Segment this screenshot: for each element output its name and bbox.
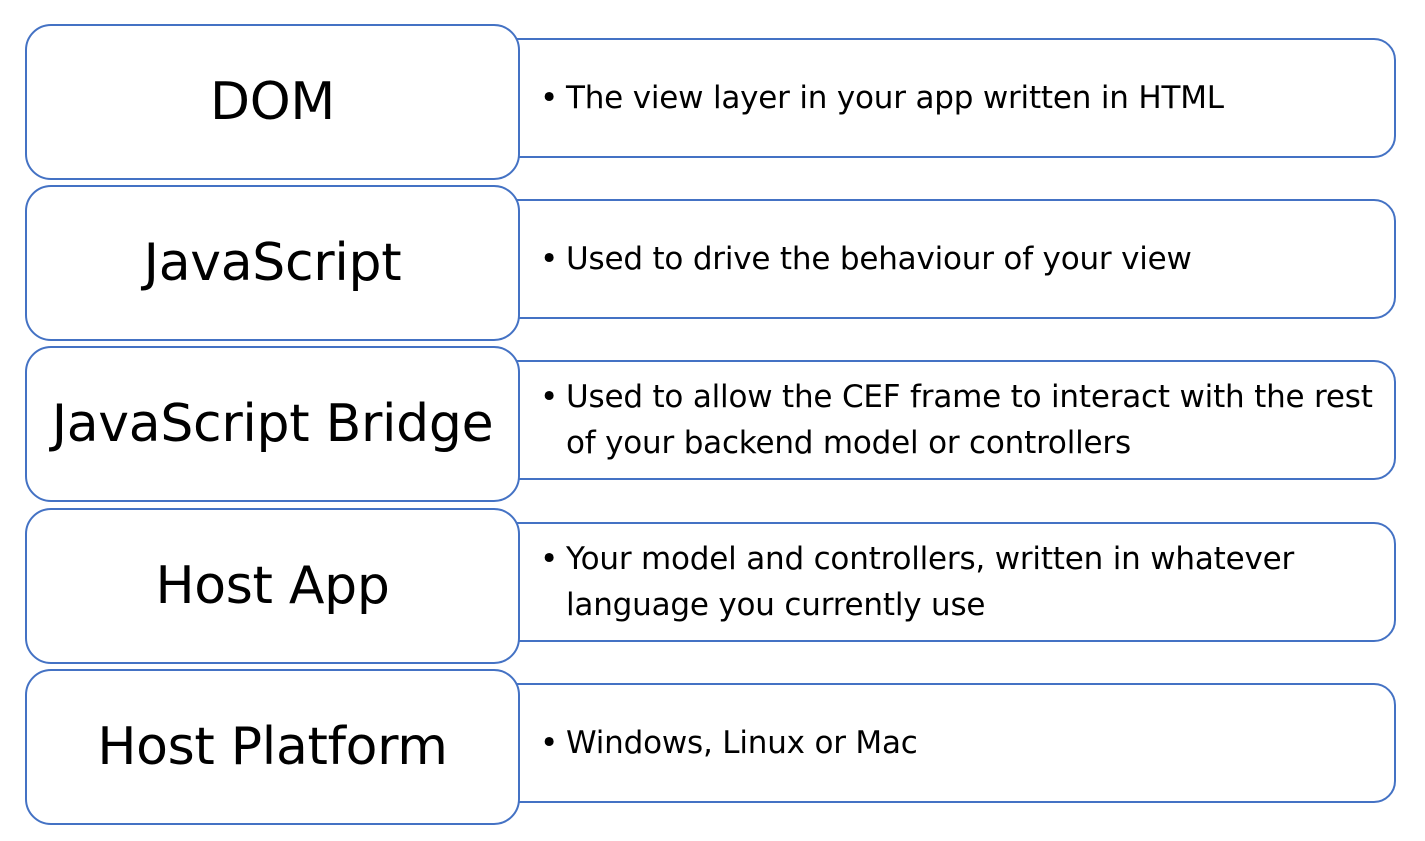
dom-description-box: • The view layer in your app written in … — [490, 38, 1396, 158]
dom-title: DOM — [210, 72, 335, 132]
layer-javascript: • Used to drive the behaviour of your vi… — [0, 185, 1425, 341]
javascript-description-text: Used to drive the behaviour of your view — [566, 241, 1192, 277]
javascript-title: JavaScript — [143, 233, 402, 293]
dom-description-text: The view layer in your app written in HT… — [566, 80, 1224, 116]
layer-dom: • The view layer in your app written in … — [0, 24, 1425, 180]
javascript-description: • Used to drive the behaviour of your vi… — [540, 236, 1192, 282]
javascript-bridge-description-text: Used to allow the CEF frame to interact … — [566, 379, 1373, 461]
bullet-icon: • — [540, 80, 559, 116]
javascript-bridge-description: • Used to allow the CEF frame to interac… — [540, 374, 1374, 466]
bullet-icon: • — [540, 241, 559, 277]
layer-host-app: • Your model and controllers, written in… — [0, 508, 1425, 664]
host-app-description: • Your model and controllers, written in… — [540, 536, 1374, 628]
dom-title-box: DOM — [25, 24, 520, 180]
host-app-description-text: Your model and controllers, written in w… — [566, 541, 1295, 623]
javascript-bridge-title-box: JavaScript Bridge — [25, 346, 520, 502]
host-platform-description-text: Windows, Linux or Mac — [566, 725, 918, 761]
host-platform-description: • Windows, Linux or Mac — [540, 720, 918, 766]
bullet-icon: • — [540, 379, 559, 415]
javascript-bridge-description-box: • Used to allow the CEF frame to interac… — [490, 360, 1396, 480]
bullet-icon: • — [540, 541, 559, 577]
javascript-title-box: JavaScript — [25, 185, 520, 341]
host-platform-description-box: • Windows, Linux or Mac — [490, 683, 1396, 803]
host-platform-title: Host Platform — [97, 717, 448, 777]
bullet-icon: • — [540, 725, 559, 761]
javascript-bridge-title: JavaScript Bridge — [51, 394, 494, 454]
dom-description: • The view layer in your app written in … — [540, 75, 1224, 121]
host-app-title: Host App — [155, 556, 390, 616]
host-app-title-box: Host App — [25, 508, 520, 664]
javascript-description-box: • Used to drive the behaviour of your vi… — [490, 199, 1396, 319]
host-platform-title-box: Host Platform — [25, 669, 520, 825]
host-app-description-box: • Your model and controllers, written in… — [490, 522, 1396, 642]
layer-host-platform: • Windows, Linux or Mac Host Platform — [0, 669, 1425, 825]
layer-javascript-bridge: • Used to allow the CEF frame to interac… — [0, 346, 1425, 502]
